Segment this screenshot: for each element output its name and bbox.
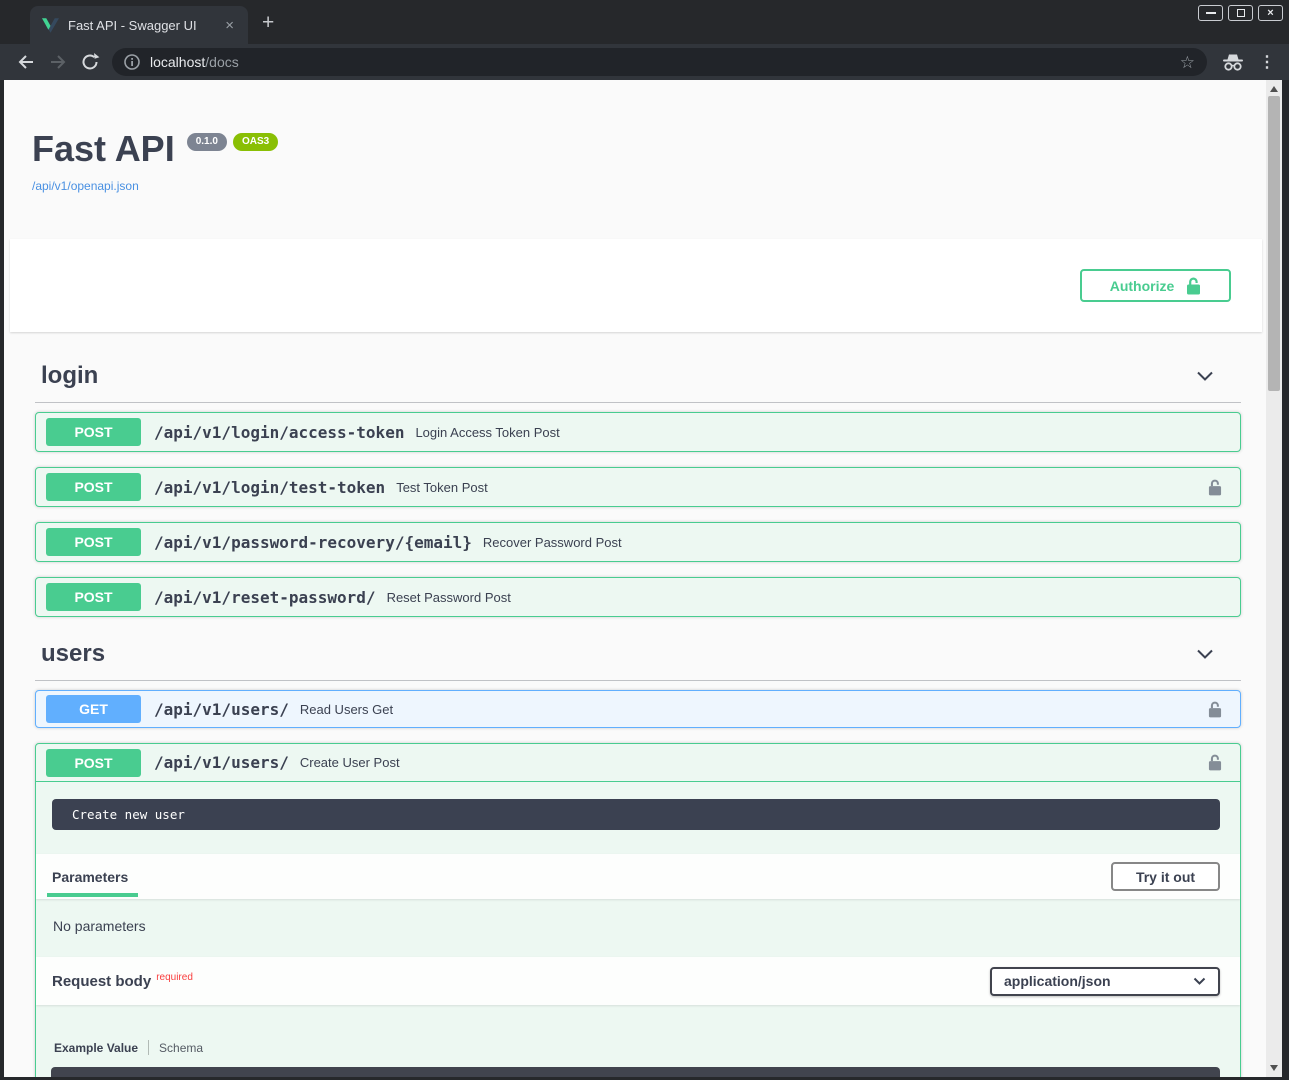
op-summary: Recover Password Post	[483, 535, 622, 550]
tab-separator	[148, 1040, 149, 1055]
op-row-create-user[interactable]: POST /api/v1/users/ Create User Post	[36, 744, 1240, 782]
maximize-icon	[1237, 9, 1245, 17]
method-badge: POST	[46, 583, 141, 611]
op-path: /api/v1/users/	[154, 700, 289, 719]
active-tab-underline	[47, 893, 138, 897]
op-summary: Login Access Token Post	[415, 425, 559, 440]
reload-icon[interactable]	[80, 52, 100, 72]
required-flag: required	[156, 972, 193, 983]
section-ops-users: GET /api/v1/users/ Read Users Get	[35, 690, 1241, 1077]
page-viewport: Fast API 0.1.0 OAS3 /api/v1/openapi.json…	[4, 80, 1282, 1077]
op-block-create-user: POST /api/v1/users/ Create User Post Cre…	[35, 743, 1241, 1077]
op-row-reset-password[interactable]: POST /api/v1/reset-password/ Reset Passw…	[35, 577, 1241, 617]
bookmark-star-icon[interactable]: ☆	[1180, 54, 1195, 71]
site-info-icon[interactable]	[124, 54, 140, 70]
op-summary: Test Token Post	[396, 480, 488, 495]
method-badge: POST	[46, 418, 141, 446]
incognito-icon	[1221, 53, 1245, 72]
swagger-page: Fast API 0.1.0 OAS3 /api/v1/openapi.json…	[4, 80, 1266, 1077]
chevron-down-icon[interactable]	[1195, 367, 1215, 385]
content-type-value: application/json	[1004, 973, 1111, 989]
page-title-row: Fast API 0.1.0 OAS3	[32, 128, 1266, 170]
op-summary: Read Users Get	[300, 702, 393, 717]
favicon-icon	[42, 18, 59, 33]
model-example-section: Example Value Schema {	[36, 1005, 1240, 1077]
op-path: /api/v1/password-recovery/{email}	[154, 533, 472, 552]
menu-icon[interactable]: ⋮	[1259, 52, 1275, 72]
content-type-select[interactable]: application/json	[990, 967, 1220, 996]
address-bar[interactable]: localhost/docs ☆	[112, 48, 1207, 76]
close-button[interactable]: ×	[1258, 5, 1283, 21]
window-controls: ×	[1198, 5, 1283, 21]
op-summary: Create User Post	[300, 755, 400, 770]
parameters-title: Parameters	[52, 869, 128, 885]
request-body-text: Request body	[52, 973, 151, 990]
auth-lock-icon[interactable]	[1208, 479, 1222, 496]
no-parameters-text: No parameters	[36, 899, 1240, 957]
op-row-password-recovery[interactable]: POST /api/v1/password-recovery/{email} R…	[35, 522, 1241, 562]
parameters-header: Parameters Try it out	[36, 854, 1240, 899]
url-path: /docs	[205, 54, 238, 70]
method-badge: POST	[46, 749, 141, 777]
op-path: /api/v1/users/	[154, 753, 289, 772]
op-row-read-users[interactable]: GET /api/v1/users/ Read Users Get	[35, 690, 1241, 728]
scrollbar-up-arrow[interactable]	[1270, 86, 1278, 92]
section-header-login[interactable]: login	[35, 354, 1241, 403]
method-badge: POST	[46, 473, 141, 501]
browser-window: Fast API - Swagger UI × + × localho	[0, 0, 1289, 1080]
try-it-out-button[interactable]: Try it out	[1111, 862, 1220, 891]
badges: 0.1.0 OAS3	[187, 133, 278, 151]
op-path: /api/v1/reset-password/	[154, 588, 376, 607]
method-badge: POST	[46, 528, 141, 556]
authorize-label: Authorize	[1110, 278, 1175, 294]
version-badge: 0.1.0	[187, 133, 227, 151]
browser-toolbar: localhost/docs ☆ ⋮	[0, 44, 1289, 80]
op-path: /api/v1/login/test-token	[154, 478, 385, 497]
back-icon[interactable]	[16, 52, 36, 72]
url-host: localhost	[150, 54, 205, 70]
example-code-block[interactable]: {	[51, 1067, 1220, 1077]
browser-titlebar: Fast API - Swagger UI × + ×	[0, 0, 1289, 44]
section-ops-login: POST /api/v1/login/access-token Login Ac…	[35, 412, 1241, 617]
section-title: users	[41, 640, 105, 668]
auth-lock-icon[interactable]	[1208, 754, 1222, 771]
request-body-header: Request body required application/json	[36, 957, 1240, 1005]
browser-tab[interactable]: Fast API - Swagger UI ×	[30, 6, 248, 44]
method-badge: GET	[46, 695, 141, 723]
scheme-container: Authorize	[10, 239, 1262, 332]
request-body-label: Request body required	[52, 972, 193, 990]
op-description: Create new user	[52, 799, 1220, 830]
section-title: login	[41, 362, 98, 390]
chevron-down-icon[interactable]	[1195, 645, 1215, 663]
select-chevron-icon	[1193, 977, 1206, 986]
unlock-icon	[1186, 277, 1201, 295]
page-scrollbar[interactable]	[1266, 80, 1282, 1077]
api-info: Fast API 0.1.0 OAS3 /api/v1/openapi.json	[4, 80, 1266, 195]
example-tabs: Example Value Schema	[54, 1040, 1220, 1055]
tab-example-value[interactable]: Example Value	[54, 1041, 138, 1055]
operations-wrapper: login POST /api/v1/login/access-token Lo…	[4, 354, 1266, 1077]
tab-close-icon[interactable]: ×	[221, 18, 238, 33]
tab-title: Fast API - Swagger UI	[68, 18, 221, 33]
authorize-button[interactable]: Authorize	[1080, 269, 1231, 302]
op-summary: Reset Password Post	[387, 590, 511, 605]
new-tab-button[interactable]: +	[262, 12, 274, 33]
page-title: Fast API	[32, 128, 175, 170]
maximize-button[interactable]	[1228, 5, 1253, 21]
tab-schema[interactable]: Schema	[159, 1041, 203, 1055]
op-path: /api/v1/login/access-token	[154, 423, 404, 442]
forward-icon[interactable]	[48, 52, 68, 72]
op-row-login-test-token[interactable]: POST /api/v1/login/test-token Test Token…	[35, 467, 1241, 507]
scrollbar-down-arrow[interactable]	[1270, 1065, 1278, 1071]
minimize-icon	[1206, 12, 1216, 14]
scrollbar-thumb[interactable]	[1268, 96, 1280, 391]
section-header-users[interactable]: users	[35, 632, 1241, 681]
minimize-button[interactable]	[1198, 5, 1223, 21]
oas-badge: OAS3	[233, 133, 278, 151]
openapi-spec-link[interactable]: /api/v1/openapi.json	[32, 179, 139, 193]
op-row-login-access-token[interactable]: POST /api/v1/login/access-token Login Ac…	[35, 412, 1241, 452]
auth-lock-icon[interactable]	[1208, 701, 1222, 718]
